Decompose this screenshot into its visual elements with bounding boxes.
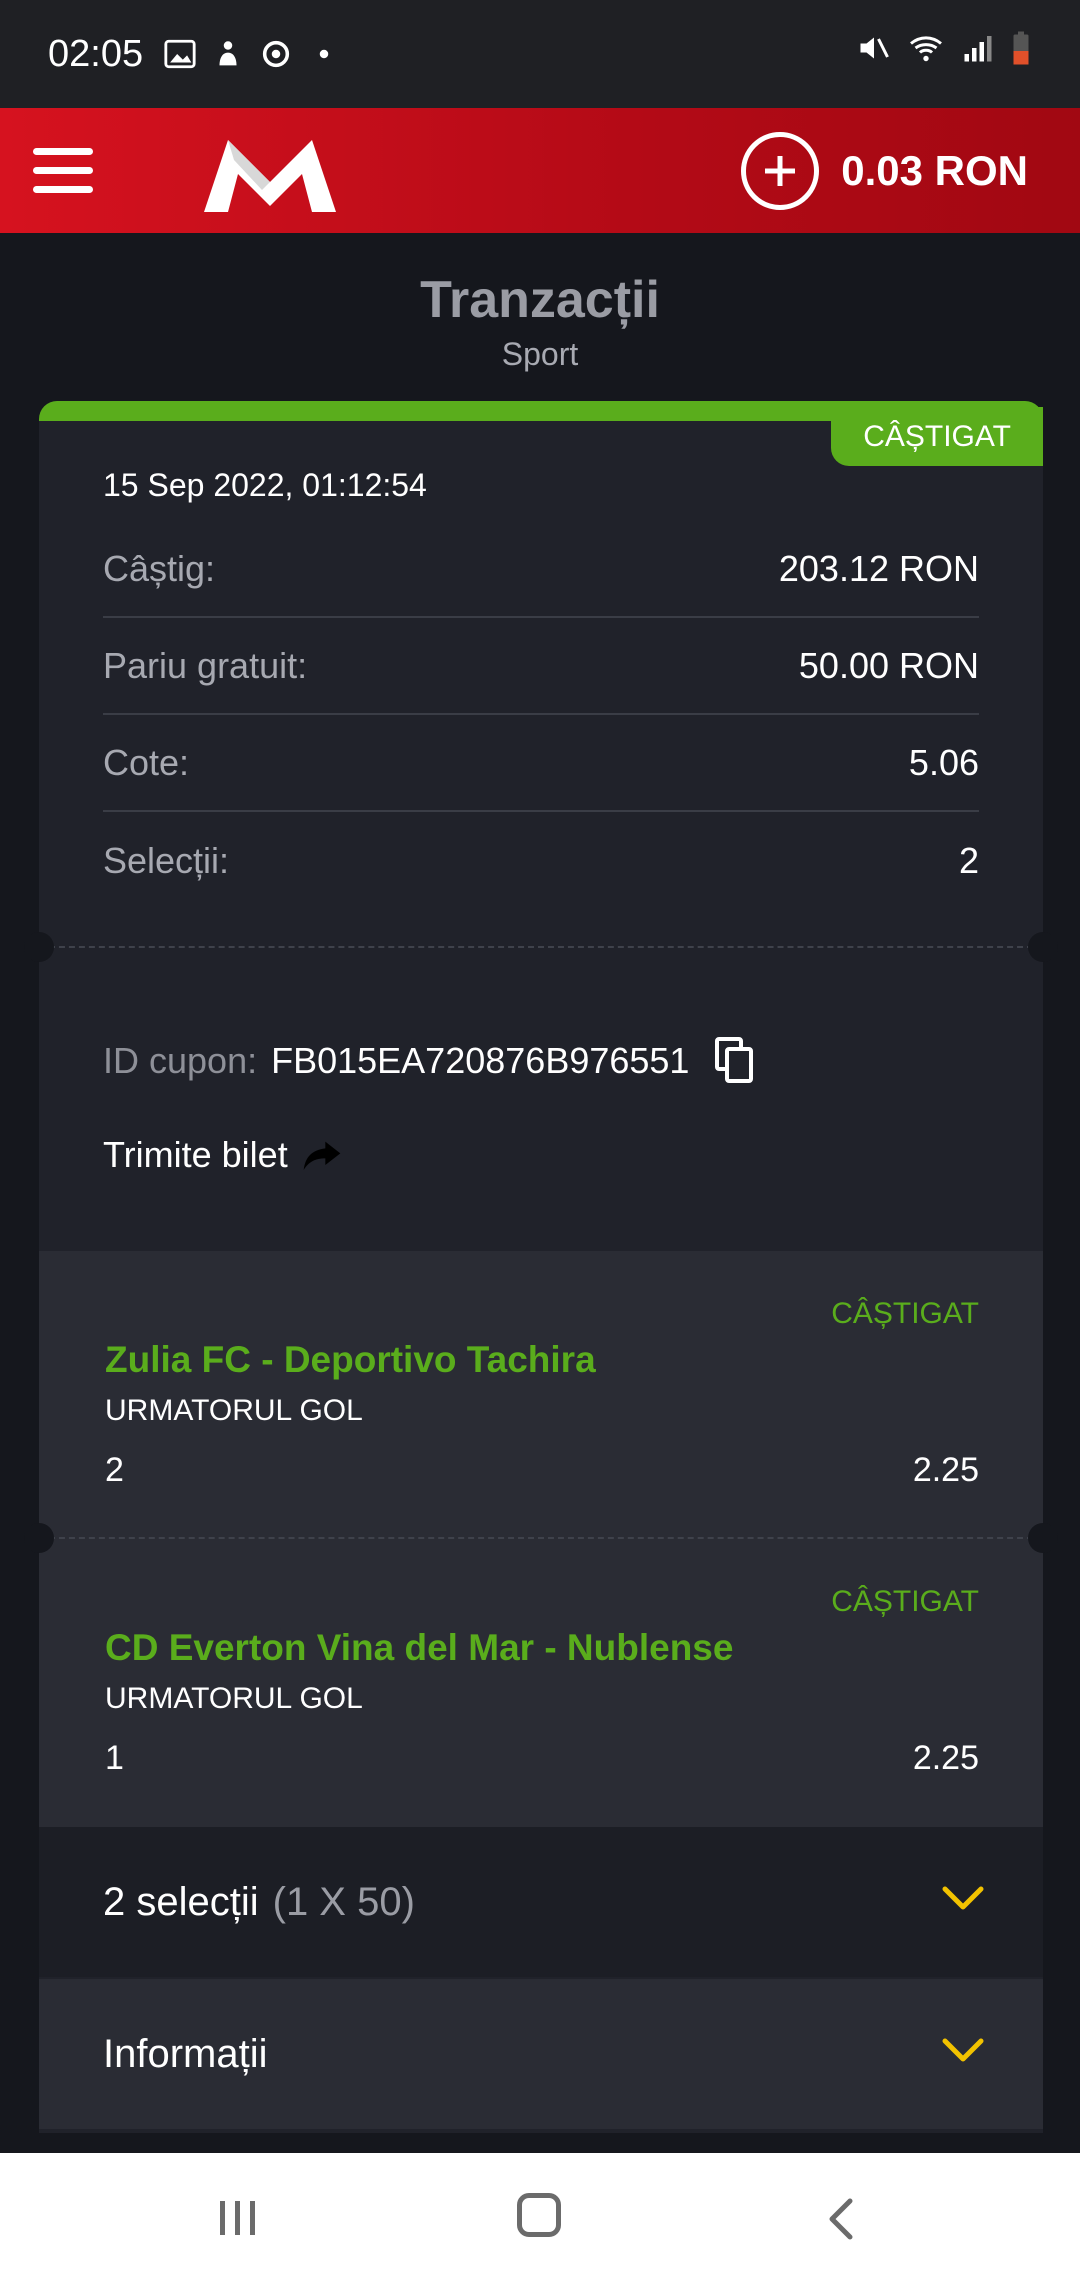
- selection-odds: 2.25: [912, 1739, 979, 1777]
- send-ticket-button[interactable]: Trimite bilet: [103, 1134, 342, 1176]
- accordion-label: Informații: [103, 2031, 268, 2076]
- balance-amount: 0.03 RON: [841, 147, 1028, 194]
- row-label: Selecții:: [103, 839, 230, 881]
- accordion-detail: (1 X 50): [272, 1879, 415, 1924]
- perforation-divider: [39, 946, 1043, 948]
- selection-status: CÂȘTIGAT: [831, 1297, 979, 1330]
- chevron-down-icon: [942, 2038, 984, 2062]
- row-value: 2: [958, 839, 979, 881]
- signal-icon: [964, 36, 992, 62]
- copy-icon[interactable]: [715, 1037, 755, 1085]
- ticket-notch: [24, 932, 54, 962]
- row-label: Pariu gratuit:: [103, 644, 308, 686]
- row-value: 50.00 RON: [798, 644, 979, 686]
- coupon-label: ID cupon:: [103, 1040, 258, 1081]
- wifi-icon: [910, 36, 942, 62]
- row-odds: Cote: 5.06: [103, 715, 979, 812]
- send-ticket-label: Trimite bilet: [103, 1134, 288, 1175]
- row-value: 5.06: [908, 741, 979, 783]
- system-nav-bar: [0, 2153, 1080, 2280]
- row-label: Cote:: [103, 741, 190, 783]
- selection-pick: 1: [105, 1739, 124, 1777]
- selection-status: CÂȘTIGAT: [831, 1585, 979, 1618]
- home-icon[interactable]: [517, 2193, 561, 2237]
- coupon-id-row: ID cupon: FB015EA720876B976551: [103, 1037, 755, 1085]
- selection-item[interactable]: CÂȘTIGAT Zulia FC - Deportivo Tachira UR…: [39, 1251, 1043, 1539]
- row-free-bet: Pariu gratuit: 50.00 RON: [103, 618, 979, 715]
- status-icons: [856, 30, 1032, 66]
- status-badge: CÂȘTIGAT: [831, 407, 1043, 466]
- selection-odds: 2.25: [912, 1451, 979, 1489]
- status-time: 02:05: [48, 32, 144, 75]
- notification-app-icon: [219, 41, 237, 66]
- row-winnings: Câștig: 203.12 RON: [103, 521, 979, 618]
- ticket-summary: Câștig: 203.12 RON Pariu gratuit: 50.00 …: [103, 521, 979, 909]
- coupon-id: FB015EA720876B976551: [271, 1040, 690, 1081]
- row-label: Câștig:: [103, 547, 216, 589]
- plus-circle-icon: [741, 132, 820, 210]
- selections-list: CÂȘTIGAT Zulia FC - Deportivo Tachira UR…: [24, 1251, 1058, 1827]
- battery-icon: [1013, 31, 1029, 65]
- selection-market: URMATORUL GOL: [105, 1682, 363, 1715]
- selections-accordion[interactable]: 2 selecții (1 X 50): [39, 1827, 1043, 1977]
- row-value: 203.12 RON: [778, 547, 979, 589]
- m-logo-icon[interactable]: [200, 130, 340, 215]
- accordion-label: 2 selecții: [103, 1879, 259, 1924]
- app-header: 0.03 RON: [0, 108, 1080, 233]
- page-title: Tranzacții: [420, 271, 660, 329]
- dot-icon: [319, 49, 329, 59]
- status-bar: 02:05: [0, 0, 1080, 108]
- selection-pick: 2: [105, 1451, 124, 1489]
- selection-market: URMATORUL GOL: [105, 1394, 363, 1427]
- menu-icon[interactable]: [33, 148, 93, 194]
- mute-icon: [860, 37, 889, 59]
- chevron-down-icon: [942, 1886, 984, 1910]
- selection-event: CD Everton Vina del Mar - Nublense: [105, 1627, 734, 1668]
- recent-apps-icon[interactable]: [218, 2199, 258, 2237]
- sync-icon: [262, 40, 290, 68]
- ticket-timestamp: 15 Sep 2022, 01:12:54: [103, 467, 427, 503]
- ticket-notch: [1028, 932, 1058, 962]
- row-selections: Selecții: 2: [103, 812, 979, 909]
- selection-item[interactable]: CÂȘTIGAT CD Everton Vina del Mar - Nuble…: [39, 1539, 1043, 1827]
- page-subtitle: Sport: [501, 336, 579, 372]
- share-arrow-icon: [303, 1141, 341, 1170]
- ticket-card: CÂȘTIGAT 15 Sep 2022, 01:12:54 Câștig: 2…: [24, 401, 1058, 2133]
- info-accordion[interactable]: Informații: [39, 1979, 1043, 2129]
- gallery-icon: [164, 39, 196, 69]
- back-icon[interactable]: [826, 2197, 854, 2241]
- selection-event: Zulia FC - Deportivo Tachira: [105, 1339, 596, 1380]
- deposit-button[interactable]: 0.03 RON: [741, 132, 1028, 210]
